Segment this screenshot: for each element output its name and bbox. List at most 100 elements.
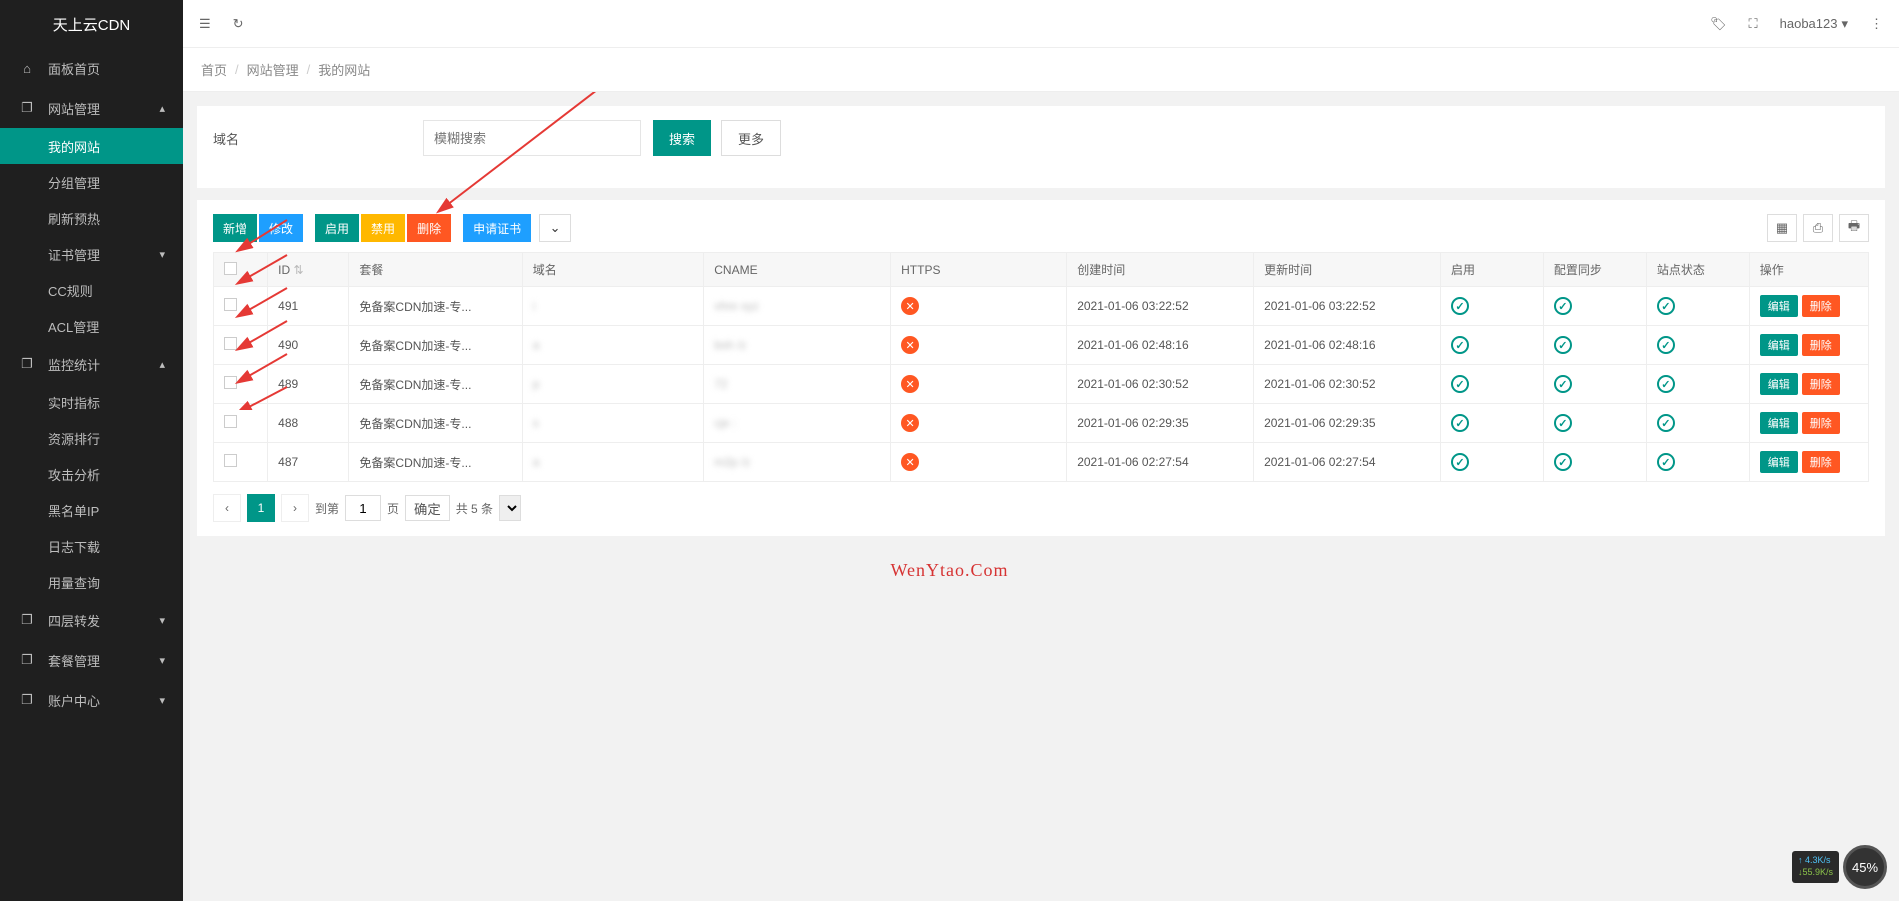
page-input[interactable] (345, 495, 381, 521)
more-icon[interactable]: ⋮ (1870, 16, 1883, 32)
cert-button[interactable]: 申请证书 (463, 214, 531, 242)
page-1[interactable]: 1 (247, 494, 275, 522)
col-https: HTTPS (891, 253, 1067, 287)
row-delete-button[interactable]: 删除 (1802, 373, 1840, 395)
sidebar-item[interactable]: 攻击分析 (0, 456, 183, 492)
breadcrumb: 首页 / 网站管理 / 我的网站 (183, 48, 1899, 92)
add-button[interactable]: 新增 (213, 214, 257, 242)
goto-button[interactable]: 确定 (405, 495, 450, 521)
col-enable: 启用 (1440, 253, 1543, 287)
chevron-down-icon: ▾ (159, 654, 165, 667)
search-input[interactable] (423, 120, 641, 156)
row-edit-button[interactable]: 编辑 (1760, 295, 1798, 317)
row-checkbox[interactable] (224, 298, 237, 311)
delete-button[interactable]: 删除 (407, 214, 451, 242)
columns-icon[interactable]: ▦ (1767, 214, 1797, 242)
cell-https: ✕ (891, 287, 1067, 326)
sidebar-item[interactable]: 刷新预热 (0, 200, 183, 236)
x-icon: ✕ (901, 336, 919, 354)
check-icon (1554, 297, 1572, 315)
row-edit-button[interactable]: 编辑 (1760, 412, 1798, 434)
sidebar-item[interactable]: 我的网站 (0, 128, 183, 164)
row-delete-button[interactable]: 删除 (1802, 334, 1840, 356)
sidebar-item[interactable]: 用量查询 (0, 564, 183, 600)
cell-package: 免备案CDN加速-专... (349, 404, 522, 443)
disable-button[interactable]: 禁用 (361, 214, 405, 242)
tag-icon[interactable]: 🏷 (1710, 16, 1727, 32)
cell-enable (1440, 365, 1543, 404)
check-icon (1657, 375, 1675, 393)
sidebar-item-dashboard[interactable]: ⌂ 面板首页 (0, 48, 183, 88)
chevron-up-icon: ▴ (159, 358, 165, 371)
col-op: 操作 (1749, 253, 1868, 287)
cube-icon: ❐ (18, 612, 36, 628)
select-all-checkbox[interactable] (224, 262, 237, 275)
col-status: 站点状态 (1646, 253, 1749, 287)
row-checkbox[interactable] (224, 337, 237, 350)
col-id[interactable]: ID ⇅ (268, 253, 349, 287)
sidebar-item[interactable]: 黑名单IP (0, 492, 183, 528)
crumb-section[interactable]: 网站管理 (247, 60, 299, 79)
chevron-up-icon: ▴ (159, 102, 165, 115)
sidebar-item[interactable]: 日志下载 (0, 528, 183, 564)
sidebar-item-package[interactable]: ❐ 套餐管理 ▾ (0, 640, 183, 680)
fullscreen-icon[interactable]: ⛶ (1749, 16, 1758, 32)
crumb-home[interactable]: 首页 (201, 60, 227, 79)
x-icon: ✕ (901, 414, 919, 432)
sidebar-item[interactable]: ACL管理 (0, 308, 183, 344)
export-icon[interactable]: ⎙ (1803, 214, 1833, 242)
check-icon (1451, 414, 1469, 432)
row-delete-button[interactable]: 删除 (1802, 451, 1840, 473)
sidebar-item-account[interactable]: ❐ 账户中心 ▾ (0, 680, 183, 720)
sidebar-item-l4[interactable]: ❐ 四层转发 ▾ (0, 600, 183, 640)
table-row: 490免备案CDN加速-专...absh /z✕2021-01-06 02:48… (214, 326, 1869, 365)
more-button[interactable]: 更多 (721, 120, 781, 156)
sidebar-item-site-mgmt[interactable]: ❐ 网站管理 ▴ (0, 88, 183, 128)
col-domain: 域名 (522, 253, 703, 287)
sidebar-item-monitor[interactable]: ❐ 监控统计 ▴ (0, 344, 183, 384)
table-row: 488免备案CDN加速-专...scje :✕2021-01-06 02:29:… (214, 404, 1869, 443)
download-speed: ↓55.9K/s (1798, 867, 1833, 879)
row-delete-button[interactable]: 删除 (1802, 412, 1840, 434)
cell-utime: 2021-01-06 02:30:52 (1254, 365, 1441, 404)
check-icon (1554, 375, 1572, 393)
table-row: 489免备案CDN加速-专...p72✕2021-01-06 02:30:522… (214, 365, 1869, 404)
table-row: 491免备案CDN加速-专...ivhre xyz✕2021-01-06 03:… (214, 287, 1869, 326)
check-icon (1554, 453, 1572, 471)
sidebar-item[interactable]: 实时指标 (0, 384, 183, 420)
chevron-down-icon: ▾ (159, 248, 165, 261)
sidebar-item[interactable]: CC规则 (0, 272, 183, 308)
sidebar-toggle-icon[interactable]: ☰ (199, 16, 211, 32)
enable-button[interactable]: 启用 (315, 214, 359, 242)
search-button[interactable]: 搜索 (653, 120, 711, 156)
sidebar-item[interactable]: 分组管理 (0, 164, 183, 200)
site-table: ID ⇅ 套餐 域名 CNAME HTTPS 创建时间 更新时间 启用 配置同步… (213, 252, 1869, 482)
row-checkbox[interactable] (224, 415, 237, 428)
cell-id: 489 (268, 365, 349, 404)
sidebar-item[interactable]: 证书管理▾ (0, 236, 183, 272)
row-delete-button[interactable]: 删除 (1802, 295, 1840, 317)
page-size-select[interactable] (499, 495, 521, 521)
row-edit-button[interactable]: 编辑 (1760, 373, 1798, 395)
check-icon (1451, 453, 1469, 471)
prev-page[interactable]: ‹ (213, 494, 241, 522)
row-edit-button[interactable]: 编辑 (1760, 451, 1798, 473)
cell-enable (1440, 443, 1543, 482)
row-edit-button[interactable]: 编辑 (1760, 334, 1798, 356)
print-icon[interactable]: 🖶 (1839, 214, 1869, 242)
app-logo: 天上云CDN (0, 0, 183, 48)
refresh-icon[interactable]: ↻ (233, 16, 244, 32)
cell-package: 免备案CDN加速-专... (349, 443, 522, 482)
upload-speed: ↑ 4.3K/s (1798, 855, 1833, 867)
cell-sync (1543, 404, 1646, 443)
row-checkbox[interactable] (224, 376, 237, 389)
next-page[interactable]: › (281, 494, 309, 522)
edit-button[interactable]: 修改 (259, 214, 303, 242)
cell-cname: vhre xyz (704, 287, 891, 326)
table-row: 487免备案CDN加速-专...am2p /z✕2021-01-06 02:27… (214, 443, 1869, 482)
cell-cname: 72 (704, 365, 891, 404)
sidebar-item[interactable]: 资源排行 (0, 420, 183, 456)
row-checkbox[interactable] (224, 454, 237, 467)
user-menu[interactable]: haoba123 ▾ (1780, 16, 1848, 32)
dropdown-toggle[interactable]: ⌄ (539, 214, 571, 242)
